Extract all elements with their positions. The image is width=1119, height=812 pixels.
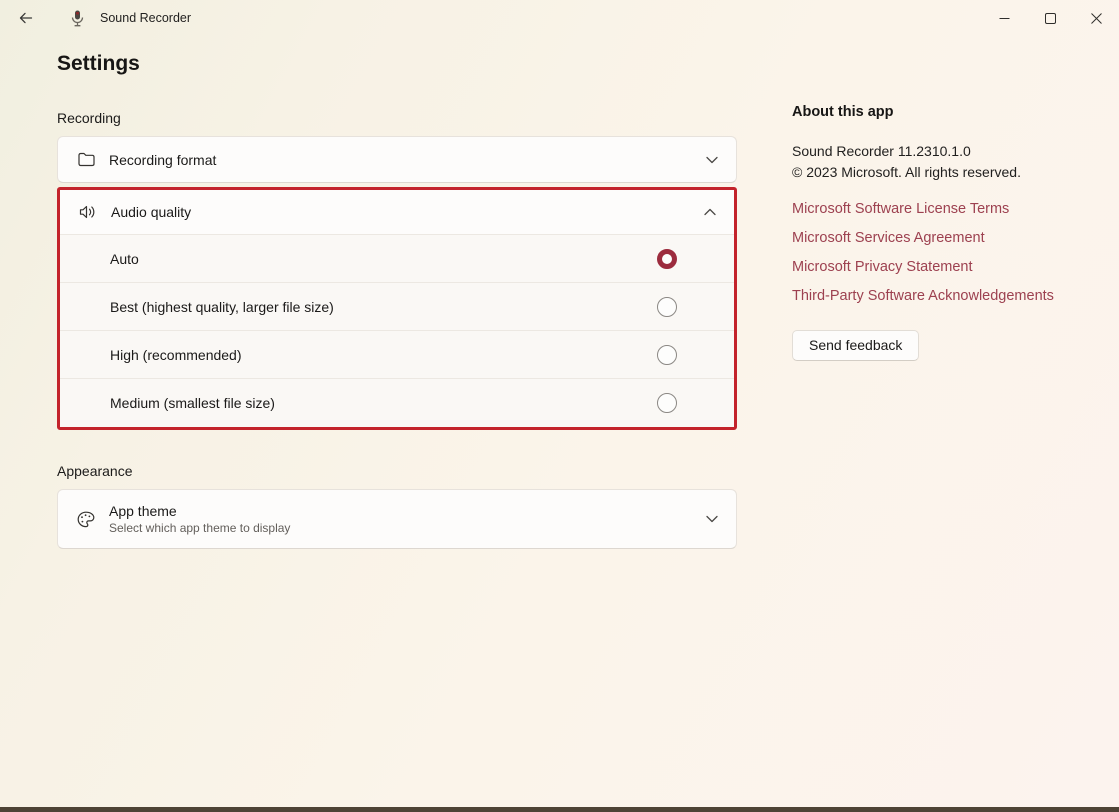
- link-third-party-acknowledgements[interactable]: Third-Party Software Acknowledgements: [792, 288, 1054, 304]
- minimize-icon: [999, 13, 1010, 24]
- app-theme-subtitle: Select which app theme to display: [109, 521, 290, 535]
- annotation-highlight-rectangle: Audio quality Auto Best (highest quality…: [57, 187, 737, 430]
- window-bottom-edge: [0, 807, 1119, 812]
- send-feedback-button[interactable]: Send feedback: [792, 330, 919, 361]
- radio-button[interactable]: [657, 297, 677, 317]
- audio-quality-title: Audio quality: [111, 204, 191, 220]
- section-label-appearance: Appearance: [57, 463, 737, 479]
- audio-quality-option-medium[interactable]: Medium (smallest file size): [60, 379, 734, 427]
- settings-main-panel: Settings Recording Recording format: [57, 52, 737, 549]
- recording-format-card[interactable]: Recording format: [57, 136, 737, 183]
- chevron-down-icon[interactable]: [706, 515, 718, 523]
- titlebar: Sound Recorder: [0, 0, 1119, 36]
- recording-format-title: Recording format: [109, 152, 216, 168]
- sound-recorder-settings-window: { "titlebar": { "title": "Sound Recorder…: [0, 0, 1119, 812]
- maximize-icon: [1045, 13, 1056, 24]
- chevron-down-icon[interactable]: [706, 156, 718, 164]
- radio-button[interactable]: [657, 393, 677, 413]
- microphone-icon: [66, 10, 88, 27]
- back-button[interactable]: [6, 2, 46, 34]
- folder-icon: [76, 150, 96, 170]
- window-controls: [981, 0, 1119, 36]
- maximize-button[interactable]: [1027, 0, 1073, 36]
- option-label: Best (highest quality, larger file size): [110, 299, 334, 315]
- app-theme-card[interactable]: App theme Select which app theme to disp…: [57, 489, 737, 549]
- recording-format-header[interactable]: Recording format: [58, 137, 736, 182]
- back-arrow-icon: [18, 10, 34, 26]
- copyright-text: © 2023 Microsoft. All rights reserved.: [792, 164, 1112, 180]
- about-panel: About this app Sound Recorder 11.2310.1.…: [792, 104, 1112, 361]
- link-software-license-terms[interactable]: Microsoft Software License Terms: [792, 201, 1009, 217]
- radio-button[interactable]: [657, 249, 677, 269]
- window-title: Sound Recorder: [100, 11, 191, 25]
- close-button[interactable]: [1073, 0, 1119, 36]
- minimize-button[interactable]: [981, 0, 1027, 36]
- audio-quality-header[interactable]: Audio quality: [60, 190, 734, 235]
- page-title: Settings: [57, 52, 737, 76]
- radio-button[interactable]: [657, 345, 677, 365]
- chevron-up-icon[interactable]: [704, 208, 716, 216]
- about-heading: About this app: [792, 104, 1112, 120]
- about-links: Microsoft Software License Terms Microso…: [792, 201, 1112, 317]
- audio-quality-option-best[interactable]: Best (highest quality, larger file size): [60, 283, 734, 331]
- app-theme-title: App theme: [109, 503, 290, 519]
- palette-icon: [76, 509, 96, 529]
- audio-quality-option-high[interactable]: High (recommended): [60, 331, 734, 379]
- audio-quality-card: Audio quality Auto Best (highest quality…: [60, 190, 734, 427]
- section-label-recording: Recording: [57, 110, 737, 126]
- option-label: Medium (smallest file size): [110, 395, 275, 411]
- link-services-agreement[interactable]: Microsoft Services Agreement: [792, 230, 985, 246]
- link-privacy-statement[interactable]: Microsoft Privacy Statement: [792, 259, 973, 275]
- speaker-icon: [78, 202, 98, 222]
- app-theme-header[interactable]: App theme Select which app theme to disp…: [58, 490, 736, 548]
- option-label: High (recommended): [110, 347, 242, 363]
- option-label: Auto: [110, 251, 139, 267]
- close-icon: [1091, 13, 1102, 24]
- audio-quality-option-auto[interactable]: Auto: [60, 235, 734, 283]
- app-version: Sound Recorder 11.2310.1.0: [792, 143, 1112, 159]
